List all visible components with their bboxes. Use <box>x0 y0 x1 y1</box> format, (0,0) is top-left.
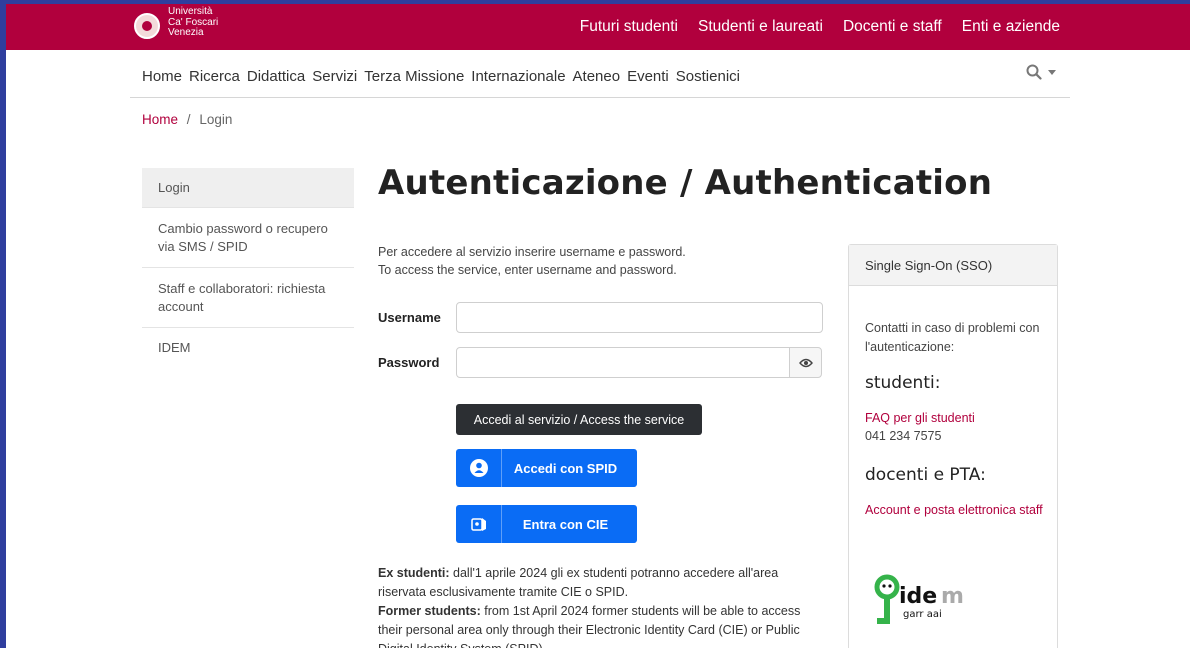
instructions-it: Per accedere al servizio inserire userna… <box>378 245 686 259</box>
main-nav-eventi[interactable]: Eventi <box>627 68 669 85</box>
search-toggle[interactable] <box>1026 64 1056 80</box>
sso-contacts-text: Contatti in caso di problemi con l'auten… <box>865 321 1040 354</box>
staff-account-link[interactable]: Account e posta elettronica staff <box>865 501 1045 520</box>
search-icon <box>1026 64 1042 80</box>
students-heading: studenti: <box>865 373 941 393</box>
main-nav: Home Ricerca Didattica Servizi Terza Mis… <box>142 68 740 85</box>
sso-panel-title: Single Sign-On (SSO) <box>849 245 1057 286</box>
students-faq-link[interactable]: FAQ per gli studenti <box>865 409 1045 428</box>
university-seal-logo[interactable] <box>134 13 160 39</box>
breadcrumb-separator: / <box>186 112 191 127</box>
nav-studenti-laureati[interactable]: Studenti e laureati <box>698 18 823 36</box>
caret-down-icon <box>1048 69 1056 75</box>
breadcrumb-current: Login <box>199 112 233 127</box>
main-nav-servizi[interactable]: Servizi <box>312 68 357 85</box>
main-nav-didattica[interactable]: Didattica <box>247 68 305 85</box>
window-frame-left <box>0 0 6 648</box>
sso-panel-body: Contatti in caso di problemi con l'auten… <box>865 319 1045 520</box>
notice-en-bold: Former students: <box>378 604 481 618</box>
audience-nav: Futuri studenti Studenti e laureati Doce… <box>580 18 1060 36</box>
main-nav-terza-missione[interactable]: Terza Missione <box>364 68 464 85</box>
svg-text:m: m <box>941 584 963 609</box>
spid-login-button[interactable]: Accedi con SPID <box>456 449 637 487</box>
nav-divider <box>130 97 1070 98</box>
eye-icon <box>798 358 813 367</box>
main-nav-ricerca[interactable]: Ricerca <box>189 68 240 85</box>
sidebar-item-richiesta-account[interactable]: Staff e collaboratori: richiesta account <box>142 268 354 328</box>
spid-user-icon <box>456 449 502 487</box>
main-nav-ateneo[interactable]: Ateneo <box>573 68 621 85</box>
staff-heading: docenti e PTA: <box>865 465 986 485</box>
login-submit-button[interactable]: Accedi al servizio / Access the service <box>456 404 702 435</box>
university-name-line3: Venezia <box>168 27 204 38</box>
svg-text:garr aai: garr aai <box>903 609 942 620</box>
spid-button-label: Accedi con SPID <box>513 460 618 476</box>
nav-docenti-staff[interactable]: Docenti e staff <box>843 18 942 36</box>
idem-garr-logo[interactable]: ide m garr aai <box>873 573 963 629</box>
cie-login-button[interactable]: Entra con CIE <box>456 505 637 543</box>
username-label: Username <box>378 310 441 325</box>
breadcrumb: Home / Login <box>142 112 232 127</box>
nav-enti-aziende[interactable]: Enti e aziende <box>962 18 1060 36</box>
show-password-button[interactable] <box>789 347 822 378</box>
breadcrumb-home[interactable]: Home <box>142 112 178 127</box>
notice-it-bold: Ex studenti: <box>378 566 450 580</box>
nav-futuri-studenti[interactable]: Futuri studenti <box>580 18 678 36</box>
cie-card-icon <box>456 505 502 543</box>
page-title: Autenticazione / Authentication <box>378 163 993 203</box>
notice-italian: Ex studenti: dall'1 aprile 2024 gli ex s… <box>378 564 823 602</box>
main-nav-sostienici[interactable]: Sostienici <box>676 68 740 85</box>
university-name-line1: Università <box>168 6 213 17</box>
sidebar-menu: Login Cambio password o recupero via SMS… <box>142 168 354 368</box>
notice-english: Former students: from 1st April 2024 for… <box>378 602 823 648</box>
password-input[interactable] <box>456 347 790 378</box>
sidebar-item-idem[interactable]: IDEM <box>142 328 354 368</box>
svg-text:ide: ide <box>899 584 937 609</box>
former-students-notice: Ex studenti: dall'1 aprile 2024 gli ex s… <box>378 564 823 648</box>
main-nav-home[interactable]: Home <box>142 68 182 85</box>
instructions-en: To access the service, enter username an… <box>378 263 677 277</box>
students-phone: 041 234 7575 <box>865 429 942 443</box>
username-input[interactable] <box>456 302 823 333</box>
sidebar-item-cambio-password[interactable]: Cambio password o recupero via SMS / SPI… <box>142 208 354 268</box>
sidebar-item-login[interactable]: Login <box>142 168 354 208</box>
top-header-bar: Università Ca' Foscari Venezia Futuri st… <box>6 4 1190 50</box>
sso-panel: Single Sign-On (SSO) Contatti in caso di… <box>848 244 1058 648</box>
main-nav-internazionale[interactable]: Internazionale <box>471 68 565 85</box>
cie-button-label: Entra con CIE <box>522 516 609 532</box>
university-name[interactable]: Università Ca' Foscari Venezia <box>168 6 218 39</box>
login-instructions: Per accedere al servizio inserire userna… <box>378 243 686 279</box>
password-label: Password <box>378 355 440 370</box>
